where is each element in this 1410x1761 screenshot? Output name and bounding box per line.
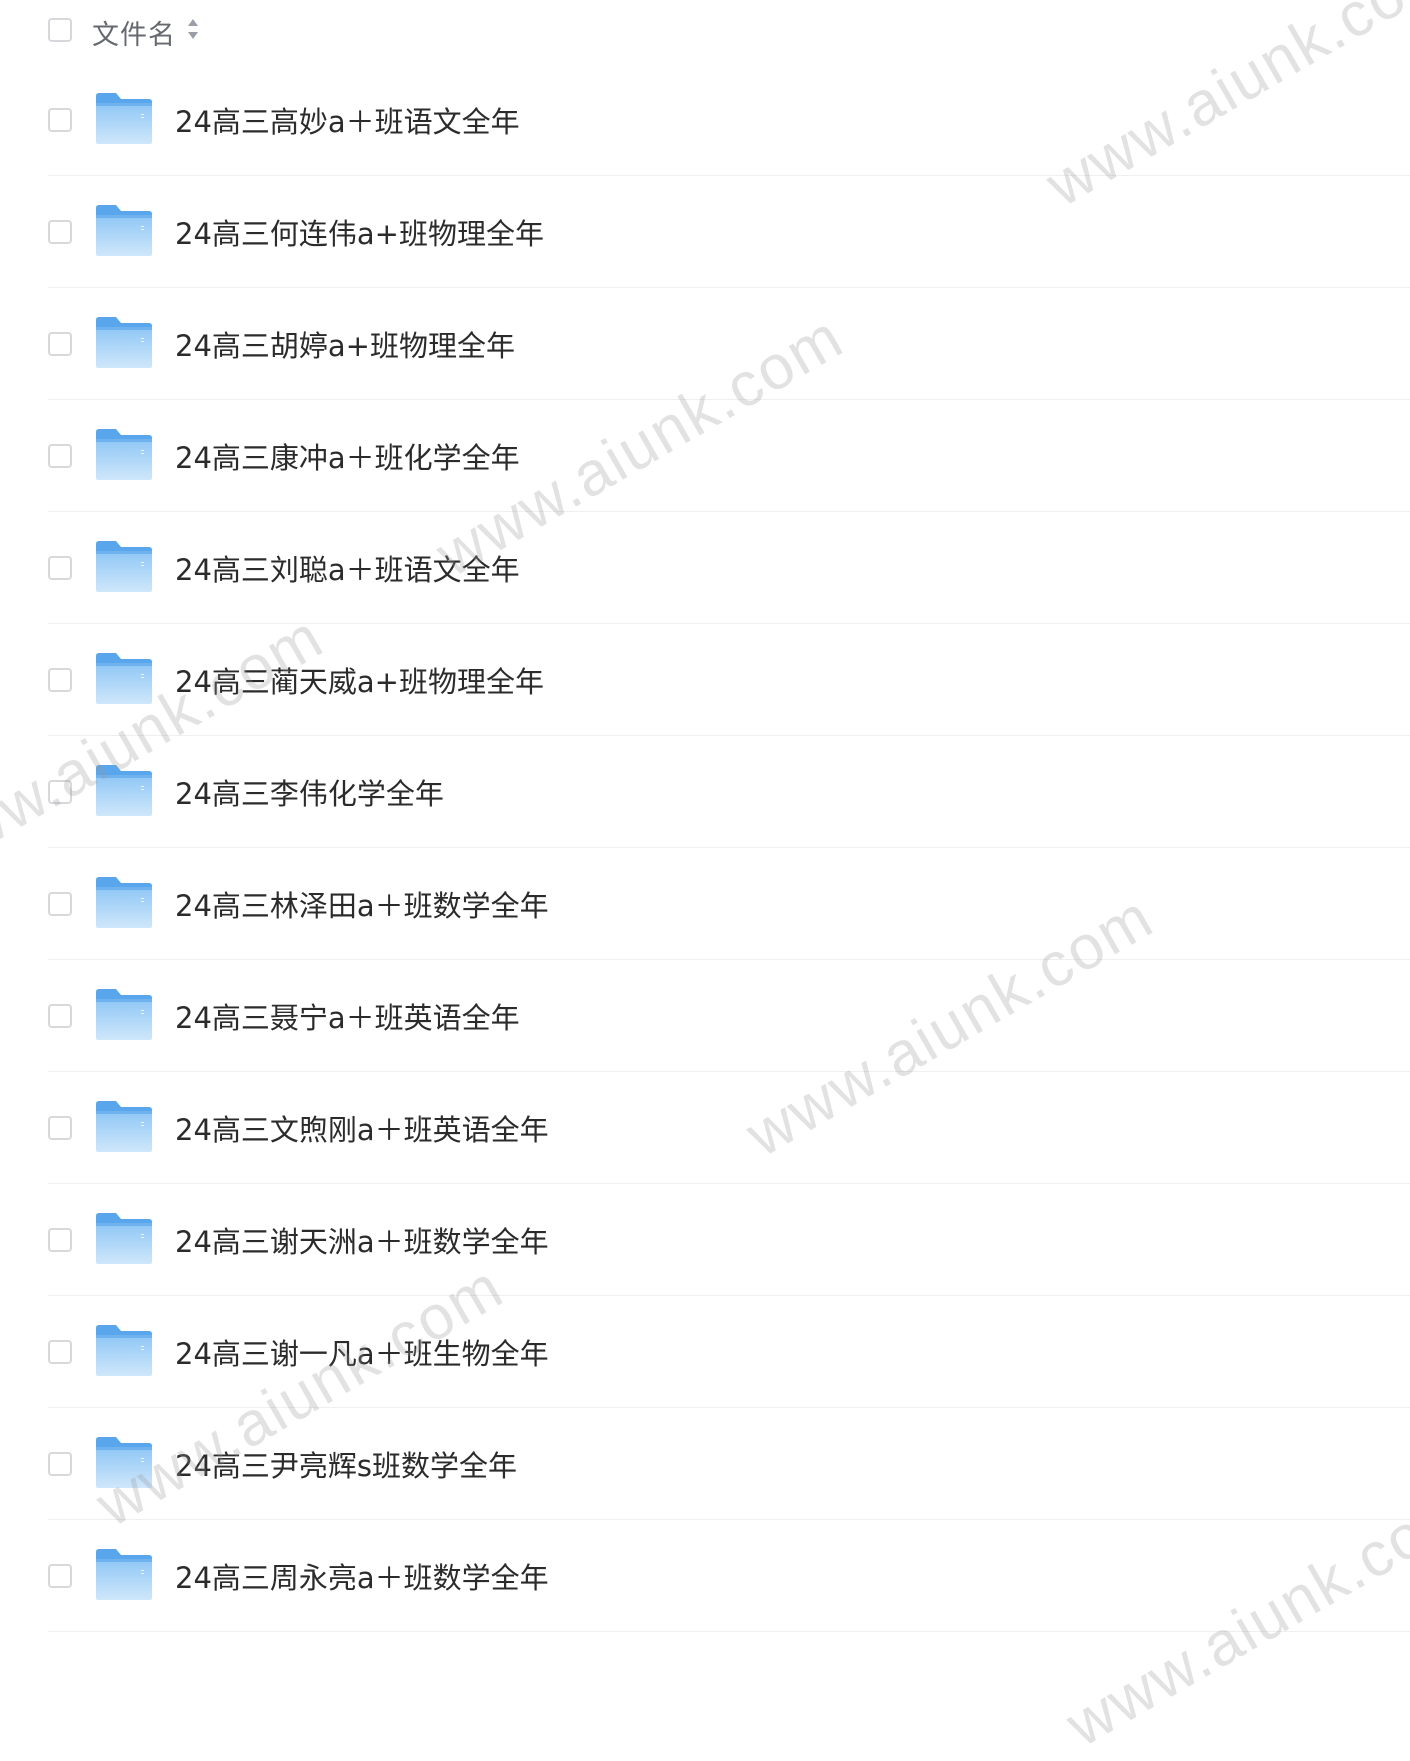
folder-icon[interactable] xyxy=(94,92,154,146)
file-row[interactable]: 24高三蔺天威a+班物理全年 xyxy=(0,624,1410,736)
row-checkbox[interactable] xyxy=(48,556,72,580)
folder-icon[interactable] xyxy=(94,652,154,706)
row-checkbox[interactable] xyxy=(48,1452,72,1476)
file-row[interactable]: 24高三李伟化学全年 xyxy=(0,736,1410,848)
file-name[interactable]: 24高三聂宁a＋班英语全年 xyxy=(175,995,520,1037)
file-row[interactable]: 24高三周永亮a＋班数学全年 xyxy=(0,1520,1410,1632)
file-name[interactable]: 24高三高妙a＋班语文全年 xyxy=(175,99,520,141)
row-checkbox[interactable] xyxy=(48,1004,72,1028)
file-name[interactable]: 24高三蔺天威a+班物理全年 xyxy=(175,659,544,701)
folder-icon[interactable] xyxy=(94,1436,154,1490)
row-checkbox[interactable] xyxy=(48,1116,72,1140)
file-row[interactable]: 24高三尹亮辉s班数学全年 xyxy=(0,1408,1410,1520)
file-row[interactable]: 24高三胡婷a+班物理全年 xyxy=(0,288,1410,400)
row-checkbox[interactable] xyxy=(48,220,72,244)
file-name[interactable]: 24高三林泽田a＋班数学全年 xyxy=(175,883,549,925)
folder-icon[interactable] xyxy=(94,876,154,930)
row-checkbox[interactable] xyxy=(48,892,72,916)
file-row[interactable]: 24高三聂宁a＋班英语全年 xyxy=(0,960,1410,1072)
sort-icon[interactable] xyxy=(186,17,200,41)
file-name[interactable]: 24高三文煦刚a＋班英语全年 xyxy=(175,1107,549,1149)
file-row[interactable]: 24高三刘聪a＋班语文全年 xyxy=(0,512,1410,624)
file-row[interactable]: 24高三何连伟a+班物理全年 xyxy=(0,176,1410,288)
folder-icon[interactable] xyxy=(94,1548,154,1602)
file-row[interactable]: 24高三高妙a＋班语文全年 xyxy=(0,64,1410,176)
row-checkbox[interactable] xyxy=(48,668,72,692)
row-checkbox[interactable] xyxy=(48,1228,72,1252)
folder-icon[interactable] xyxy=(94,540,154,594)
file-name[interactable]: 24高三李伟化学全年 xyxy=(175,771,444,813)
file-name[interactable]: 24高三刘聪a＋班语文全年 xyxy=(175,547,520,589)
select-all-checkbox[interactable] xyxy=(48,18,72,42)
file-name[interactable]: 24高三尹亮辉s班数学全年 xyxy=(175,1443,517,1485)
file-row[interactable]: 24高三康冲a＋班化学全年 xyxy=(0,400,1410,512)
folder-icon[interactable] xyxy=(94,1100,154,1154)
row-checkbox[interactable] xyxy=(48,780,72,804)
row-divider xyxy=(48,1631,1410,1632)
file-row[interactable]: 24高三文煦刚a＋班英语全年 xyxy=(0,1072,1410,1184)
row-checkbox[interactable] xyxy=(48,1564,72,1588)
row-checkbox[interactable] xyxy=(48,108,72,132)
file-row[interactable]: 24高三林泽田a＋班数学全年 xyxy=(0,848,1410,960)
folder-icon[interactable] xyxy=(94,1212,154,1266)
file-list-header: 文件名 xyxy=(0,0,1410,58)
row-checkbox[interactable] xyxy=(48,444,72,468)
folder-icon[interactable] xyxy=(94,428,154,482)
file-name[interactable]: 24高三周永亮a＋班数学全年 xyxy=(175,1555,549,1597)
folder-icon[interactable] xyxy=(94,316,154,370)
folder-icon[interactable] xyxy=(94,988,154,1042)
folder-icon[interactable] xyxy=(94,764,154,818)
row-checkbox[interactable] xyxy=(48,332,72,356)
file-name[interactable]: 24高三谢一凡a＋班生物全年 xyxy=(175,1331,549,1373)
file-name[interactable]: 24高三康冲a＋班化学全年 xyxy=(175,435,520,477)
column-header-filename[interactable]: 文件名 xyxy=(92,13,176,52)
file-row[interactable]: 24高三谢一凡a＋班生物全年 xyxy=(0,1296,1410,1408)
folder-icon[interactable] xyxy=(94,204,154,258)
folder-icon[interactable] xyxy=(94,1324,154,1378)
file-name[interactable]: 24高三胡婷a+班物理全年 xyxy=(175,323,515,365)
row-checkbox[interactable] xyxy=(48,1340,72,1364)
file-name[interactable]: 24高三谢天洲a＋班数学全年 xyxy=(175,1219,549,1261)
file-name[interactable]: 24高三何连伟a+班物理全年 xyxy=(175,211,544,253)
file-row[interactable]: 24高三谢天洲a＋班数学全年 xyxy=(0,1184,1410,1296)
